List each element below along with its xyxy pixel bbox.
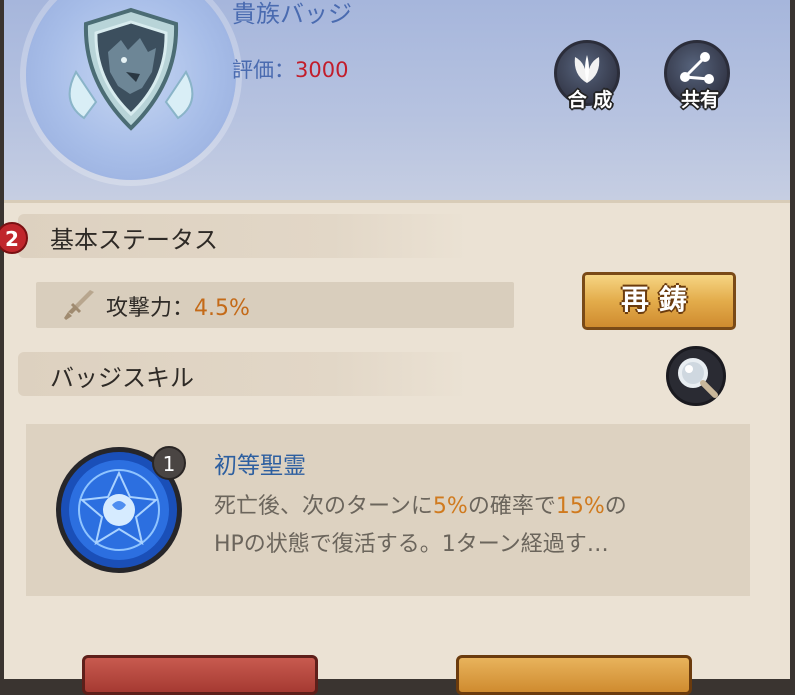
- item-name: 貴族バッジ: [232, 0, 352, 28]
- compose-label: 合 成: [567, 89, 613, 111]
- attack-value: 4.5%: [194, 296, 250, 321]
- basic-status-title: 基本ステータス: [50, 226, 218, 254]
- sword-icon: [64, 290, 94, 320]
- rating: 評価：3000: [232, 54, 348, 84]
- skill-chance: 5%: [432, 494, 468, 519]
- magnify-icon: [678, 358, 718, 398]
- share-button[interactable]: 共有: [664, 40, 730, 111]
- attack-label: 攻撃力：: [106, 296, 195, 321]
- badge-shield-icon: [68, 7, 194, 131]
- badge-skill-header: バッジスキル: [18, 352, 468, 396]
- bottom-right-button[interactable]: [456, 655, 692, 695]
- skill-level-badge: 1: [152, 446, 186, 480]
- skill-description: 死亡後、次のターンに5%の確率で15%の HPの状態で復活する。1ターン経過す…: [214, 488, 736, 564]
- skill-desc-part: の確率で: [467, 494, 556, 519]
- skill-detail-button[interactable]: [666, 346, 726, 406]
- skill-name: 初等聖霊: [214, 453, 306, 479]
- skill-hp-percent: 15%: [555, 494, 605, 519]
- reforge-button[interactable]: 再鋳: [582, 272, 736, 330]
- share-label: 共有: [680, 89, 719, 111]
- basic-status-header: 基本ステータス: [18, 214, 468, 258]
- bottom-left-button[interactable]: [82, 655, 318, 695]
- rating-label: 評価：: [232, 58, 295, 82]
- attack-stat-row: 攻撃力：4.5%: [36, 282, 514, 328]
- badge-skill-title: バッジスキル: [50, 364, 194, 392]
- skill-desc-part: 死亡後、次のターンに: [214, 494, 433, 519]
- badge-detail-panel: 貴族バッジ 評価：3000 合 成 共有 基本ステータス 攻撃力：4.5% 再鋳…: [4, 0, 790, 679]
- skill-desc-part: の: [604, 494, 627, 519]
- rating-value: 3000: [295, 58, 349, 82]
- share-icon: [680, 52, 714, 84]
- leaf-icon: [574, 55, 600, 83]
- item-header: 貴族バッジ 評価：3000 合 成 共有: [4, 0, 790, 203]
- compose-button[interactable]: 合 成: [554, 40, 620, 111]
- skill-desc-line2: HPの状態で復活する。1ターン経過す…: [214, 532, 609, 557]
- attack-stat: 攻撃力：4.5%: [106, 290, 250, 322]
